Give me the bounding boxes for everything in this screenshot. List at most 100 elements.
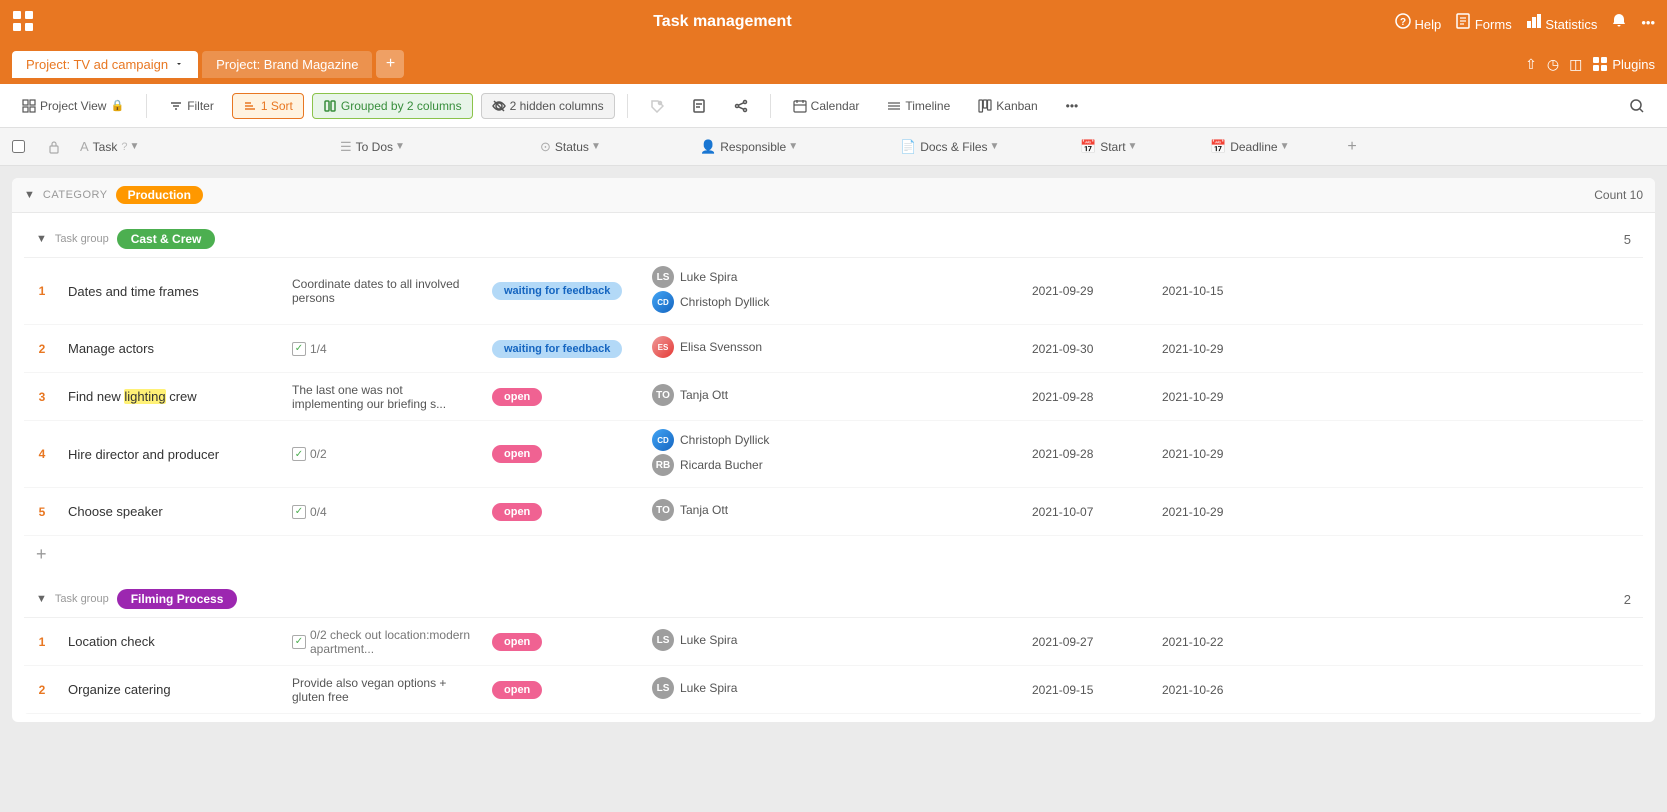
tab-brand-label: Project: Brand Magazine (216, 57, 358, 72)
tab-brand-magazine[interactable]: Project: Brand Magazine (202, 51, 372, 78)
forms-button[interactable]: Forms (1455, 13, 1511, 32)
app-title: Task management (50, 13, 1395, 31)
task-start: 2021-09-30 (1024, 334, 1154, 364)
col-header-start[interactable]: 📅 Start ▼ (1072, 139, 1202, 155)
task-name[interactable]: Choose speaker (60, 496, 284, 527)
task-deadline: 2021-10-29 (1154, 334, 1284, 364)
calendar-button[interactable]: Calendar (783, 94, 870, 118)
status-badge: waiting for feedback (492, 282, 622, 300)
task-deadline: 2021-10-29 (1154, 497, 1284, 527)
table-row: 2 Manage actors ✓ 1/4 waiting for feedba… (24, 325, 1643, 373)
task-status[interactable]: waiting for feedback (484, 332, 644, 366)
avatar: LS (652, 677, 674, 699)
status-badge: waiting for feedback (492, 340, 622, 358)
grid-icon[interactable] (12, 10, 34, 35)
task-num: 4 (24, 447, 60, 461)
task-name[interactable]: Hire director and producer (60, 439, 284, 470)
tab-tv-label: Project: TV ad campaign (26, 57, 168, 72)
col-header-docs[interactable]: 📄 Docs & Files ▼ (892, 139, 1072, 155)
task-name[interactable]: Dates and time frames (60, 276, 284, 307)
col-header-todos[interactable]: ☰ To Dos ▼ (332, 139, 532, 155)
task-name[interactable]: Organize catering (60, 674, 284, 705)
tag-button[interactable] (640, 94, 674, 118)
main-content: ▼ Category Production Count 10 ▼ Task gr… (0, 166, 1667, 812)
task-responsible: LS Luke Spira (644, 669, 844, 710)
filter-button[interactable]: Filter (159, 94, 224, 118)
add-tab-button[interactable]: + (376, 50, 404, 78)
task-docs (844, 634, 1024, 650)
task-todos: Coordinate dates to all involved persons (284, 269, 484, 313)
task-status[interactable]: open (484, 495, 644, 529)
status-badge: open (492, 681, 542, 699)
sort-button[interactable]: 1 Sort (232, 93, 304, 119)
task-group-label: Task group (55, 233, 109, 245)
status-badge: open (492, 633, 542, 651)
cast-group-count: 5 (1624, 232, 1631, 247)
filming-group-toggle[interactable]: ▼ (36, 593, 47, 605)
task-docs (844, 446, 1024, 462)
avatar: TO (652, 384, 674, 406)
grouped-button[interactable]: Grouped by 2 columns (312, 93, 473, 119)
task-start: 2021-09-28 (1024, 439, 1154, 469)
task-name[interactable]: Manage actors (60, 333, 284, 364)
table-row: 2 Organize catering Provide also vegan o… (24, 666, 1643, 714)
task-status[interactable]: open (484, 625, 644, 659)
col-header-task[interactable]: A Task ? ▼ (72, 139, 332, 154)
task-responsible: CD Christoph Dyllick RB Ricarda Bucher (644, 421, 844, 487)
notification-button[interactable] (1611, 13, 1627, 32)
task-start: 2021-09-28 (1024, 382, 1154, 412)
share-icon[interactable]: ⇧ (1525, 56, 1537, 73)
more-views-button[interactable]: ••• (1056, 94, 1089, 118)
plugins-button[interactable]: Plugins (1592, 56, 1655, 72)
share-button[interactable] (724, 94, 758, 118)
svg-text:?: ? (1400, 17, 1406, 28)
checkbox-icon: ✓ (292, 505, 306, 519)
kanban-button[interactable]: Kanban (968, 94, 1047, 118)
select-all-checkbox[interactable] (12, 140, 25, 153)
task-deadline: 2021-10-29 (1154, 382, 1284, 412)
col-header-deadline[interactable]: 📅 Deadline ▼ (1202, 139, 1332, 155)
task-name[interactable]: Location check (60, 626, 284, 657)
separator-3 (770, 94, 771, 118)
help-button[interactable]: ? Help (1395, 13, 1441, 32)
task-status[interactable]: open (484, 437, 644, 471)
task-responsible: TO Tanja Ott (644, 376, 844, 417)
category-count: Count 10 (1594, 188, 1643, 202)
task-group-cast: ▼ Task group Cast & Crew 5 1 Dates and t… (24, 221, 1643, 573)
filming-group-label: Task group (55, 593, 109, 605)
status-badge: open (492, 503, 542, 521)
task-todos: ✓ 1/4 (284, 334, 484, 364)
note-button[interactable] (682, 94, 716, 118)
task-group-header-cast: ▼ Task group Cast & Crew 5 (24, 221, 1643, 258)
project-view-button[interactable]: Project View 🔒 (12, 94, 134, 118)
hidden-columns-button[interactable]: 2 hidden columns (481, 93, 615, 119)
task-num: 1 (24, 635, 60, 649)
task-start: 2021-10-07 (1024, 497, 1154, 527)
task-docs (844, 389, 1024, 405)
more-button[interactable]: ••• (1641, 15, 1655, 30)
statistics-button[interactable]: Statistics (1526, 13, 1598, 32)
timeline-button[interactable]: Timeline (877, 94, 960, 118)
search-button[interactable] (1619, 93, 1655, 119)
task-status[interactable]: open (484, 380, 644, 414)
export-icon[interactable]: ◫ (1569, 56, 1582, 73)
task-responsible: ES Elisa Svensson (644, 328, 844, 369)
cast-group-toggle[interactable]: ▼ (36, 233, 47, 245)
checkbox-icon: ✓ (292, 342, 306, 356)
add-task-cast-row[interactable]: + (24, 536, 1643, 573)
task-status[interactable]: open (484, 673, 644, 707)
col-header-status[interactable]: ⊙ Status ▼ (532, 139, 692, 155)
lock-icon: 🔒 (110, 99, 124, 112)
col-header-responsible[interactable]: 👤 Responsible ▼ (692, 139, 892, 155)
add-column-button[interactable]: + (1332, 138, 1372, 156)
filming-group-tag: Filming Process (117, 589, 238, 609)
task-status[interactable]: waiting for feedback (484, 274, 644, 308)
tab-tv-campaign[interactable]: Project: TV ad campaign (12, 51, 198, 78)
category-toggle[interactable]: ▼ (24, 189, 35, 201)
help-icon: ? (121, 141, 127, 153)
top-nav: Task management ? Help Forms Statistics … (0, 0, 1667, 44)
task-docs (844, 504, 1024, 520)
checkbox-icon: ✓ (292, 447, 306, 461)
history-icon[interactable]: ◷ (1547, 56, 1559, 73)
task-name[interactable]: Find new lighting crew (60, 381, 284, 412)
